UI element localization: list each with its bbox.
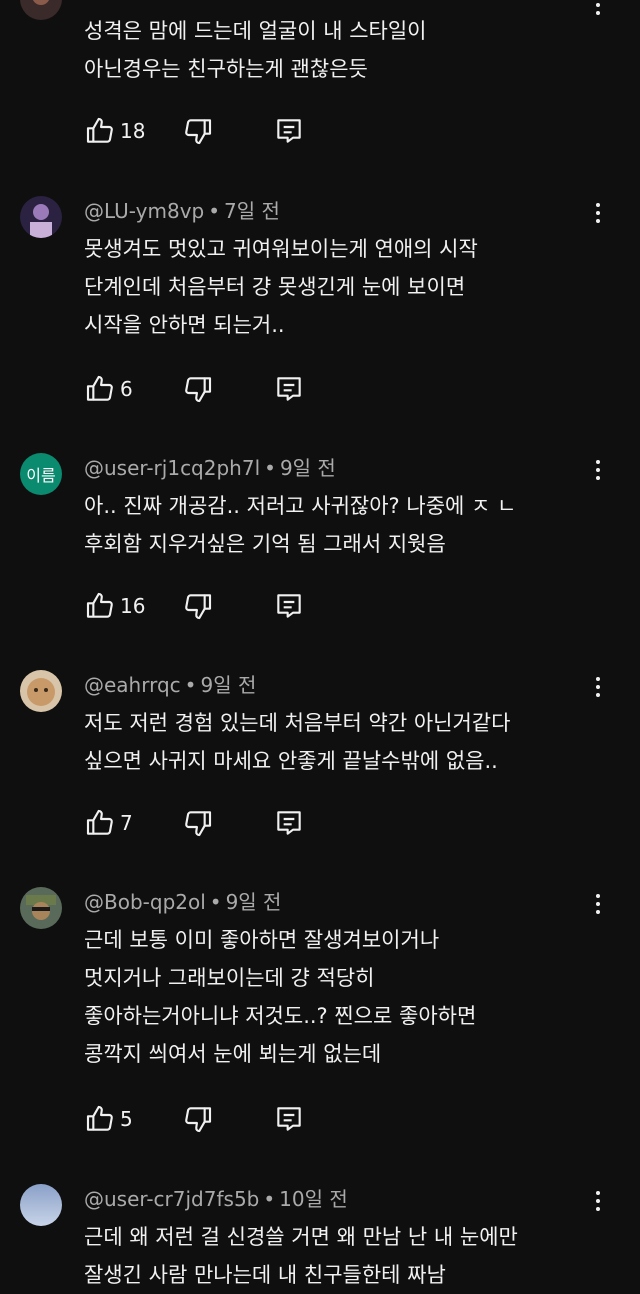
- comment-author[interactable]: @user-rj1cq2ph7l: [84, 456, 260, 480]
- avatar[interactable]: [20, 887, 62, 929]
- reply-icon[interactable]: [273, 590, 305, 622]
- comment-text: 아.. 진짜 개공감.. 저러고 사귀잖아? 나중에 ㅈ ㄴ 후회함 지우거싶은…: [84, 487, 580, 563]
- thumbs-up-icon[interactable]: [84, 807, 116, 839]
- comment-line: 성격은 맘에 드는데 얼굴이 내 스타일이: [84, 19, 427, 43]
- comment-line: 근데 보통 이미 좋아하면 잘생겨보이거나: [84, 928, 440, 952]
- comment-meta: @user-rj1cq2ph7l • 9일 전: [84, 456, 336, 480]
- like-count: 18: [120, 119, 146, 143]
- thumbs-up-icon[interactable]: [84, 590, 116, 622]
- like-count: 16: [120, 594, 146, 618]
- reply-icon[interactable]: [273, 373, 305, 405]
- comment-time: 9일 전: [225, 890, 282, 914]
- avatar[interactable]: [20, 196, 62, 238]
- thumbs-down-icon[interactable]: [182, 1103, 214, 1135]
- comment-line: 콩깍지 씌여서 눈에 뵈는게 없는데: [84, 1042, 382, 1066]
- comment-time: 9일 전: [279, 456, 336, 480]
- comment-line: 저도 저런 경험 있는데 처음부터 약간 아닌거같다: [84, 711, 511, 735]
- like-count: 5: [120, 1107, 133, 1131]
- comment-time: 9일 전: [200, 673, 257, 697]
- comment-meta: @LU-ym8vp • 7일 전: [84, 199, 280, 223]
- more-vertical-icon[interactable]: [586, 889, 610, 919]
- thumbs-down-icon[interactable]: [182, 590, 214, 622]
- comment-line: 싶으면 사귀지 마세요 안좋게 끝날수밖에 없음..: [84, 749, 498, 773]
- avatar-initial: 이름: [26, 466, 56, 485]
- comment-line: 단계인데 처음부터 걍 못생긴게 눈에 보이면: [84, 275, 466, 299]
- comment-line: 멋지거나 그래보이는데 걍 적당히: [84, 966, 375, 990]
- thumbs-up-icon[interactable]: [84, 1103, 116, 1135]
- more-vertical-icon[interactable]: [586, 455, 610, 485]
- comment-line: 근데 왜 저런 걸 신경쓸 거면 왜 만남 난 내 눈에만: [84, 1225, 518, 1249]
- comment-author[interactable]: @Bob-qp2ol: [84, 890, 206, 914]
- thumbs-down-icon[interactable]: [182, 115, 214, 147]
- more-vertical-icon[interactable]: [586, 672, 610, 702]
- thumbs-up-icon[interactable]: [84, 115, 116, 147]
- comment-text: 성격은 맘에 드는데 얼굴이 내 스타일이 아닌경우는 친구하는게 괜찮은듯: [84, 12, 580, 88]
- comment-line: 못생겨도 멋있고 귀여워보이는게 연애의 시작: [84, 237, 478, 261]
- comment-line: 잘생긴 사람 만나는데 내 친구들한테 짜남: [84, 1263, 446, 1287]
- comment-line: 아닌경우는 친구하는게 괜찮은듯: [84, 57, 368, 81]
- comment-text: 근데 보통 이미 좋아하면 잘생겨보이거나 멋지거나 그래보이는데 걍 적당히 …: [84, 921, 580, 1073]
- more-vertical-icon[interactable]: [586, 1186, 610, 1216]
- thumbs-down-icon[interactable]: [182, 807, 214, 839]
- reply-icon[interactable]: [273, 807, 305, 839]
- comment-meta: @user-cr7jd7fs5b • 10일 전: [84, 1187, 348, 1211]
- reply-icon[interactable]: [273, 1103, 305, 1135]
- like-count: 6: [120, 377, 133, 401]
- avatar[interactable]: [20, 670, 62, 712]
- like-count: 7: [120, 811, 133, 835]
- avatar[interactable]: [20, 0, 62, 20]
- comment-text: 저도 저런 경험 있는데 처음부터 약간 아닌거같다 싶으면 사귀지 마세요 안…: [84, 704, 580, 780]
- avatar[interactable]: [20, 1184, 62, 1226]
- comment-text: 못생겨도 멋있고 귀여워보이는게 연애의 시작 단계인데 처음부터 걍 못생긴게…: [84, 230, 580, 344]
- comment-time: 10일 전: [279, 1187, 348, 1211]
- reply-icon[interactable]: [273, 115, 305, 147]
- comment-line: 후회함 지우거싶은 기억 됨 그래서 지웟음: [84, 532, 446, 556]
- comment-author[interactable]: @LU-ym8vp: [84, 199, 204, 223]
- comment-line: 아.. 진짜 개공감.. 저러고 사귀잖아? 나중에 ㅈ ㄴ: [84, 494, 517, 518]
- comment-meta: @Bob-qp2ol • 9일 전: [84, 890, 282, 914]
- comment-line: 시작을 안하면 되는거..: [84, 313, 285, 337]
- comment-meta: @eahrrqc • 9일 전: [84, 673, 257, 697]
- avatar[interactable]: 이름: [20, 453, 62, 495]
- comment-time: 7일 전: [224, 199, 280, 223]
- comment-text: 근데 왜 저런 걸 신경쓸 거면 왜 만남 난 내 눈에만 잘생긴 사람 만나는…: [84, 1218, 580, 1294]
- more-vertical-icon[interactable]: [586, 198, 610, 228]
- comment-line: 좋아하는거아니냐 저것도..? 찐으로 좋아하면: [84, 1004, 477, 1028]
- comment-author[interactable]: @user-cr7jd7fs5b: [84, 1187, 259, 1211]
- more-vertical-icon[interactable]: [586, 0, 610, 20]
- thumbs-down-icon[interactable]: [182, 373, 214, 405]
- thumbs-up-icon[interactable]: [84, 373, 116, 405]
- comment-author[interactable]: @eahrrqc: [84, 673, 181, 697]
